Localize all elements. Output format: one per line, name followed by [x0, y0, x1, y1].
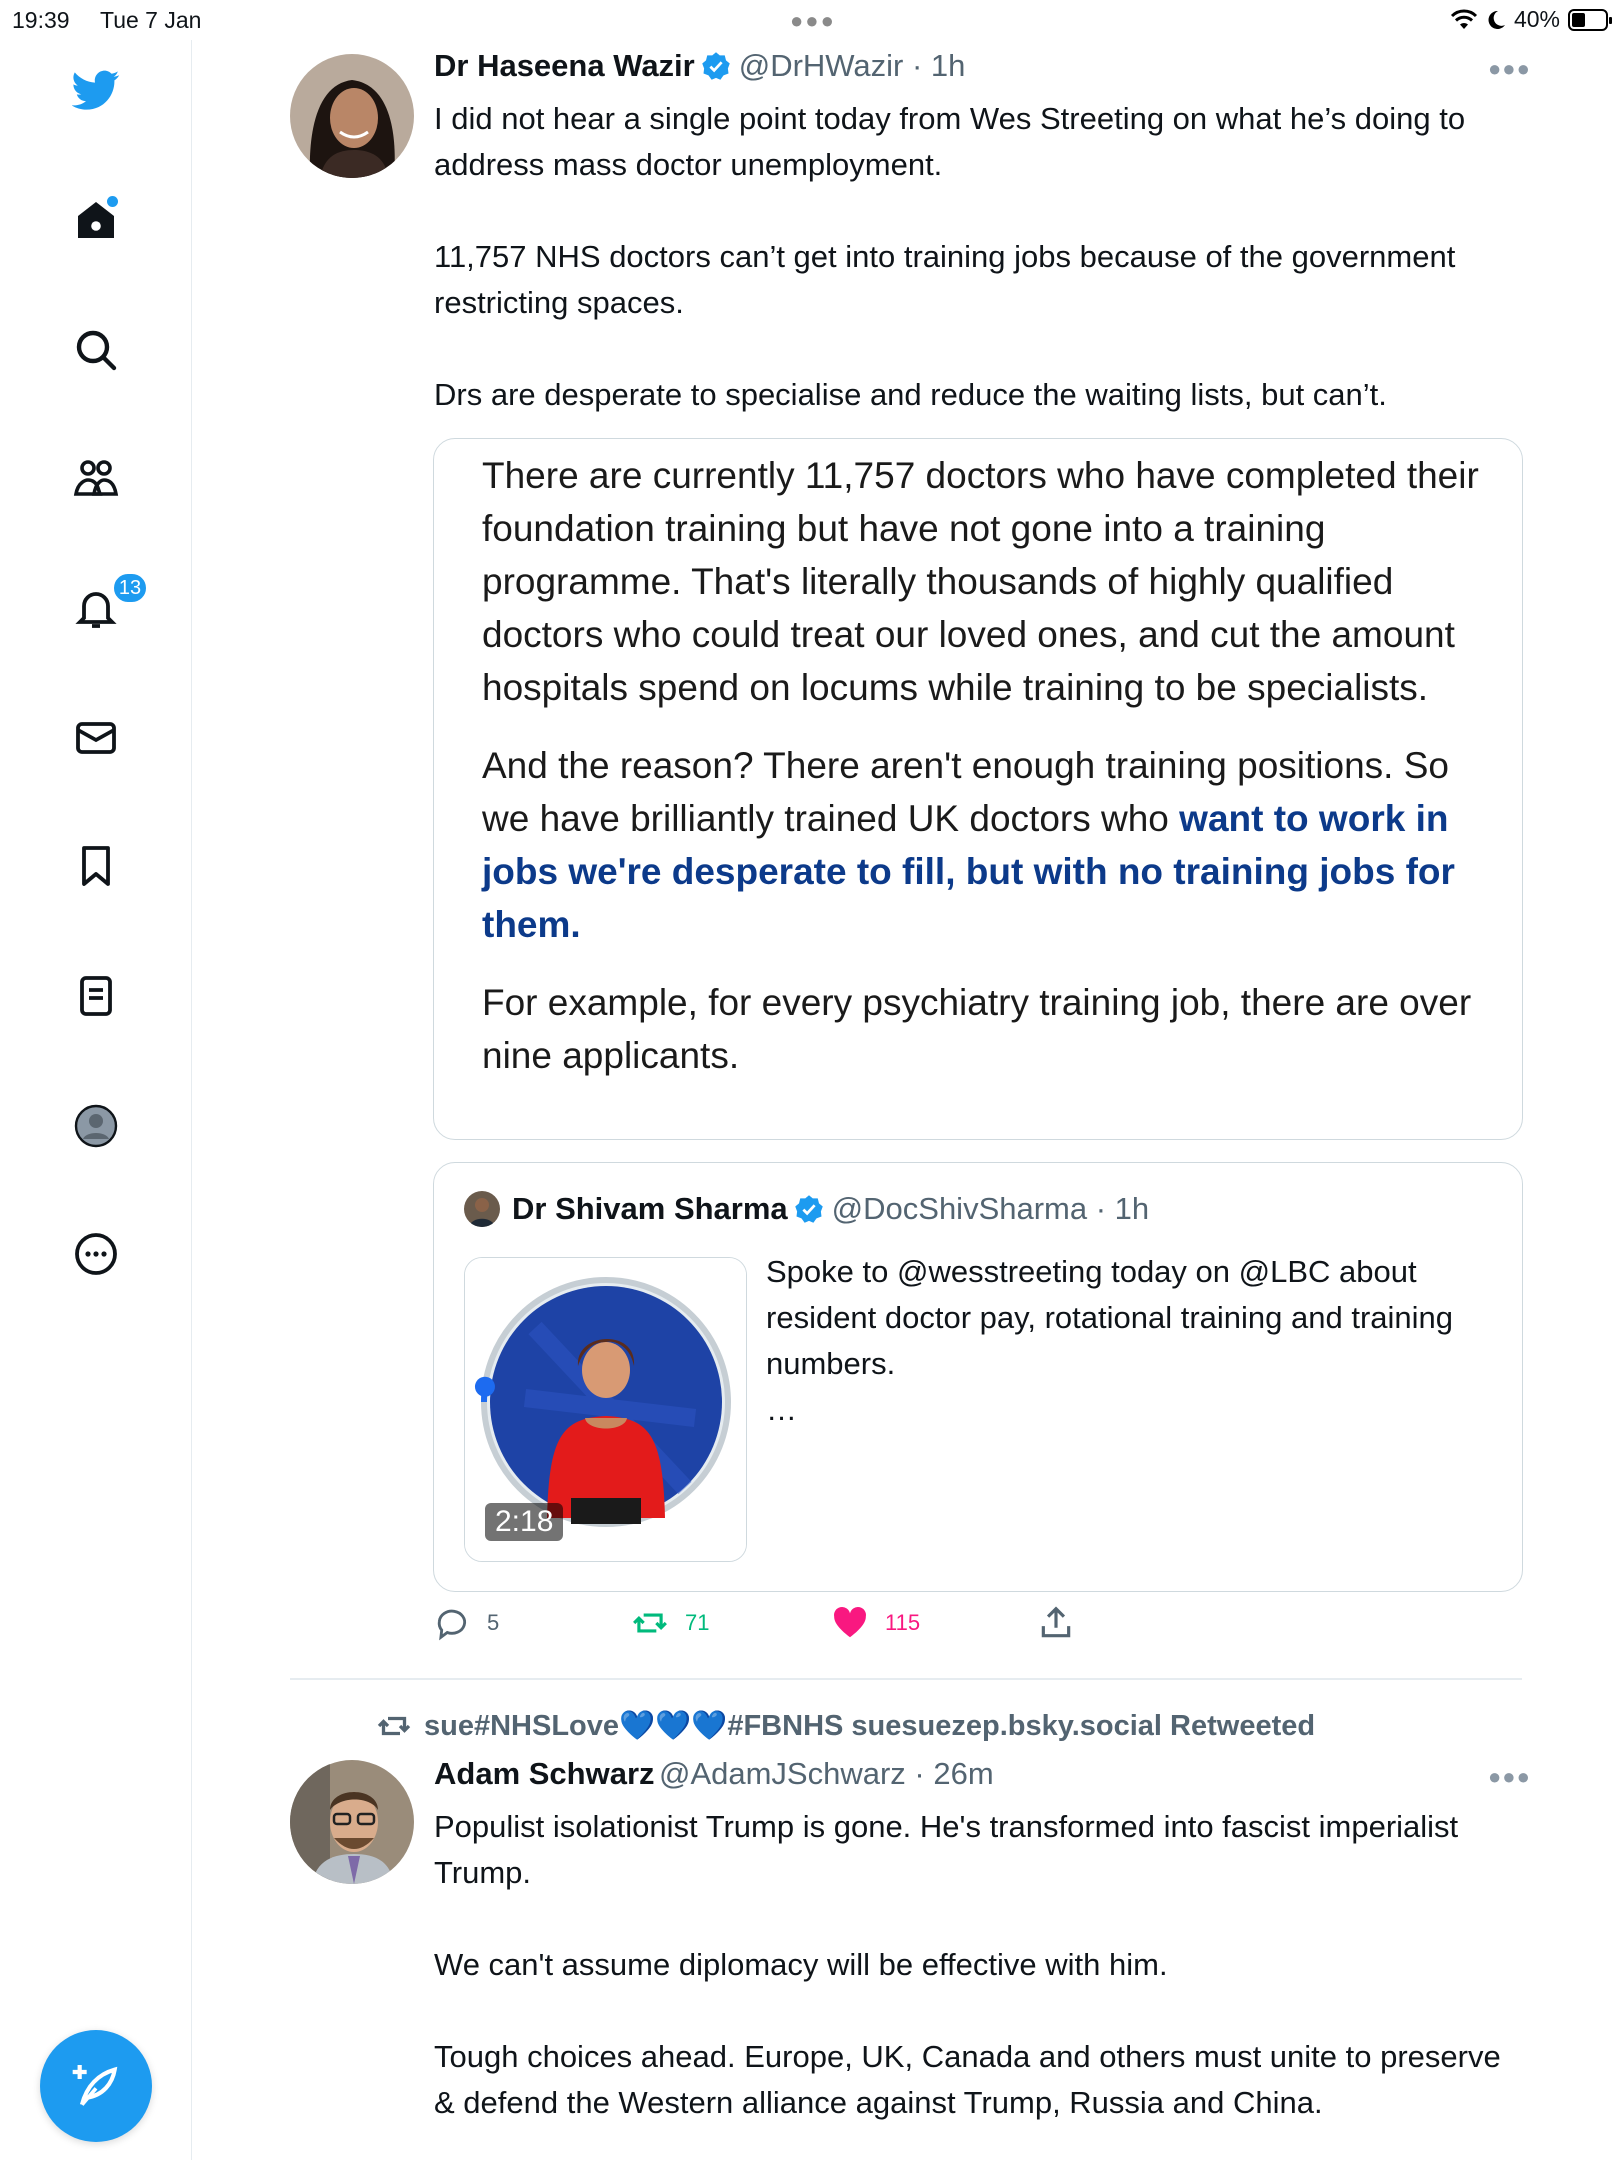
avatar-photo-man [464, 1191, 500, 1227]
bookmark-icon [82, 846, 110, 886]
tweet1-more-icon[interactable]: ●●● [1488, 56, 1531, 82]
mail-icon [76, 722, 116, 754]
avatar-photo-woman [290, 54, 414, 178]
feather-plus-icon [72, 2065, 118, 2106]
like-count: 115 [885, 1610, 921, 1635]
notifications-badge: 13 [112, 572, 148, 604]
tweet1-text-paragraph: I did not hear a single point today from… [434, 101, 1466, 182]
quoted-text-ellipsis: … [766, 1392, 797, 1427]
retweet-count: 71 [685, 1610, 710, 1635]
status-bar: 19:39 Tue 7 Jan ●●● 40% [0, 0, 1620, 40]
retweeted-by-line[interactable]: sue#NHSLove💙💙💙#FBNHS suesuezep.bsky.soci… [376, 1708, 1315, 1744]
status-indicators: 40% [1450, 6, 1612, 33]
image-text-paragraph: For example, for every psychiatry traini… [482, 982, 1472, 1076]
tweet2-handle-time[interactable]: @AdamJSchwarz · 26m [659, 1756, 994, 1791]
search-nav-button[interactable] [70, 324, 122, 376]
tweet1-author-name[interactable]: Dr Haseena Wazir [434, 48, 695, 83]
image-text-paragraph: And the reason? There aren't enough trai… [482, 739, 1482, 951]
reply-icon [437, 1609, 466, 1641]
retweet-icon [377, 1716, 411, 1736]
list-icon [80, 976, 112, 1016]
twitter-logo[interactable] [70, 64, 122, 116]
tweet2-more-icon[interactable]: ●●● [1488, 1764, 1531, 1790]
status-time: 19:39 [12, 7, 70, 33]
tweet2-author-avatar[interactable] [290, 1760, 414, 1884]
share-button[interactable] [1037, 1604, 1075, 1642]
retweeted-by-text: sue#NHSLove💙💙💙#FBNHS suesuezep.bsky.soci… [424, 1710, 1316, 1742]
tweet2-text-paragraph: We can't assume diplomacy will be effect… [434, 1947, 1168, 1982]
tweet2-author-name[interactable]: Adam Schwarz [434, 1756, 655, 1791]
more-nav-button[interactable] [70, 1228, 122, 1280]
sidebar: 13 [0, 40, 192, 2160]
like-button[interactable]: 115 [831, 1604, 920, 1642]
reply-button[interactable]: 5 [433, 1604, 499, 1642]
tweet1-action-bar: 5 71 115 [433, 1604, 1533, 1656]
bookmarks-nav-button[interactable] [70, 840, 122, 892]
verified-badge-icon [701, 52, 730, 80]
status-date: Tue 7 Jan [100, 7, 202, 33]
tweet-divider [290, 1678, 1522, 1680]
tweet1-author-avatar[interactable] [290, 54, 414, 178]
image-text-paragraph: There are currently 11,757 doctors who h… [482, 455, 1479, 708]
compose-tweet-button[interactable] [40, 2030, 152, 2142]
tweet2-header: Adam Schwarz @AdamJSchwarz · 26m [434, 1756, 994, 1792]
reply-count: 5 [487, 1610, 500, 1635]
tweet1-text-paragraph: 11,757 NHS doctors can’t get into traini… [434, 239, 1456, 320]
quoted-handle-time[interactable]: @DocShivSharma · 1h [832, 1191, 1149, 1227]
battery-icon [1568, 8, 1612, 31]
quoted-tweet-card[interactable]: Dr Shivam Sharma @DocShivSharma · 1h 2:18… [433, 1162, 1523, 1592]
home-unread-dot [107, 196, 118, 207]
image-text-end: . [570, 904, 581, 945]
tweet1-handle-time[interactable]: @DrHWazir · 1h [739, 48, 966, 83]
verified-badge-icon [794, 1195, 823, 1223]
quoted-video-thumbnail[interactable]: 2:18 [464, 1257, 747, 1562]
search-icon [76, 330, 117, 371]
quoted-text-body: Spoke to @wesstreeting today on @LBC abo… [766, 1254, 1454, 1381]
tweet2-body: Populist isolationist Trump is gone. He'… [434, 1804, 1524, 2126]
wifi-icon [1450, 9, 1478, 29]
tweet1-text-paragraph: Drs are desperate to specialise and redu… [434, 377, 1387, 412]
avatar-photo-man [290, 1760, 414, 1884]
moon-icon [1488, 10, 1505, 29]
share-icon [1041, 1606, 1071, 1638]
tweet1-attached-image[interactable]: There are currently 11,757 doctors who h… [433, 438, 1523, 1140]
battery-fill [1572, 12, 1585, 27]
tweet2-text-paragraph: Tough choices ahead. Europe, UK, Canada … [434, 2039, 1501, 2120]
heart-filled-icon [834, 1607, 866, 1638]
home-nav-button[interactable] [70, 194, 122, 246]
profile-nav-button[interactable] [70, 1100, 122, 1152]
retweet-icon [633, 1613, 667, 1633]
messages-nav-button[interactable] [70, 712, 122, 764]
tweet1-body: I did not hear a single point today from… [434, 96, 1524, 418]
lists-nav-button[interactable] [70, 970, 122, 1022]
profile-icon [74, 1104, 118, 1148]
bird-icon [72, 70, 120, 110]
quoted-tweet-header: Dr Shivam Sharma @DocShivSharma · 1h [464, 1191, 1149, 1227]
quoted-author-avatar[interactable] [464, 1191, 500, 1227]
quoted-author-name[interactable]: Dr Shivam Sharma [512, 1191, 788, 1227]
tweet1-header: Dr Haseena Wazir @DrHWazir · 1h [434, 48, 965, 84]
quoted-tweet-text: Spoke to @wesstreeting today on @LBC abo… [766, 1249, 1506, 1433]
video-duration-label: 2:18 [485, 1503, 564, 1541]
tweet2-text-paragraph: Populist isolationist Trump is gone. He'… [434, 1809, 1459, 1890]
battery-percent: 40% [1513, 6, 1560, 32]
multitasking-dots-icon[interactable]: ●●● [790, 8, 836, 34]
retweet-button[interactable]: 71 [631, 1604, 709, 1642]
video-progress-dot[interactable] [474, 1376, 495, 1397]
notifications-nav-button[interactable]: 13 [70, 572, 148, 634]
more-circle-icon [75, 1233, 117, 1275]
communities-nav-button[interactable] [70, 452, 122, 504]
communities-icon [73, 460, 119, 496]
